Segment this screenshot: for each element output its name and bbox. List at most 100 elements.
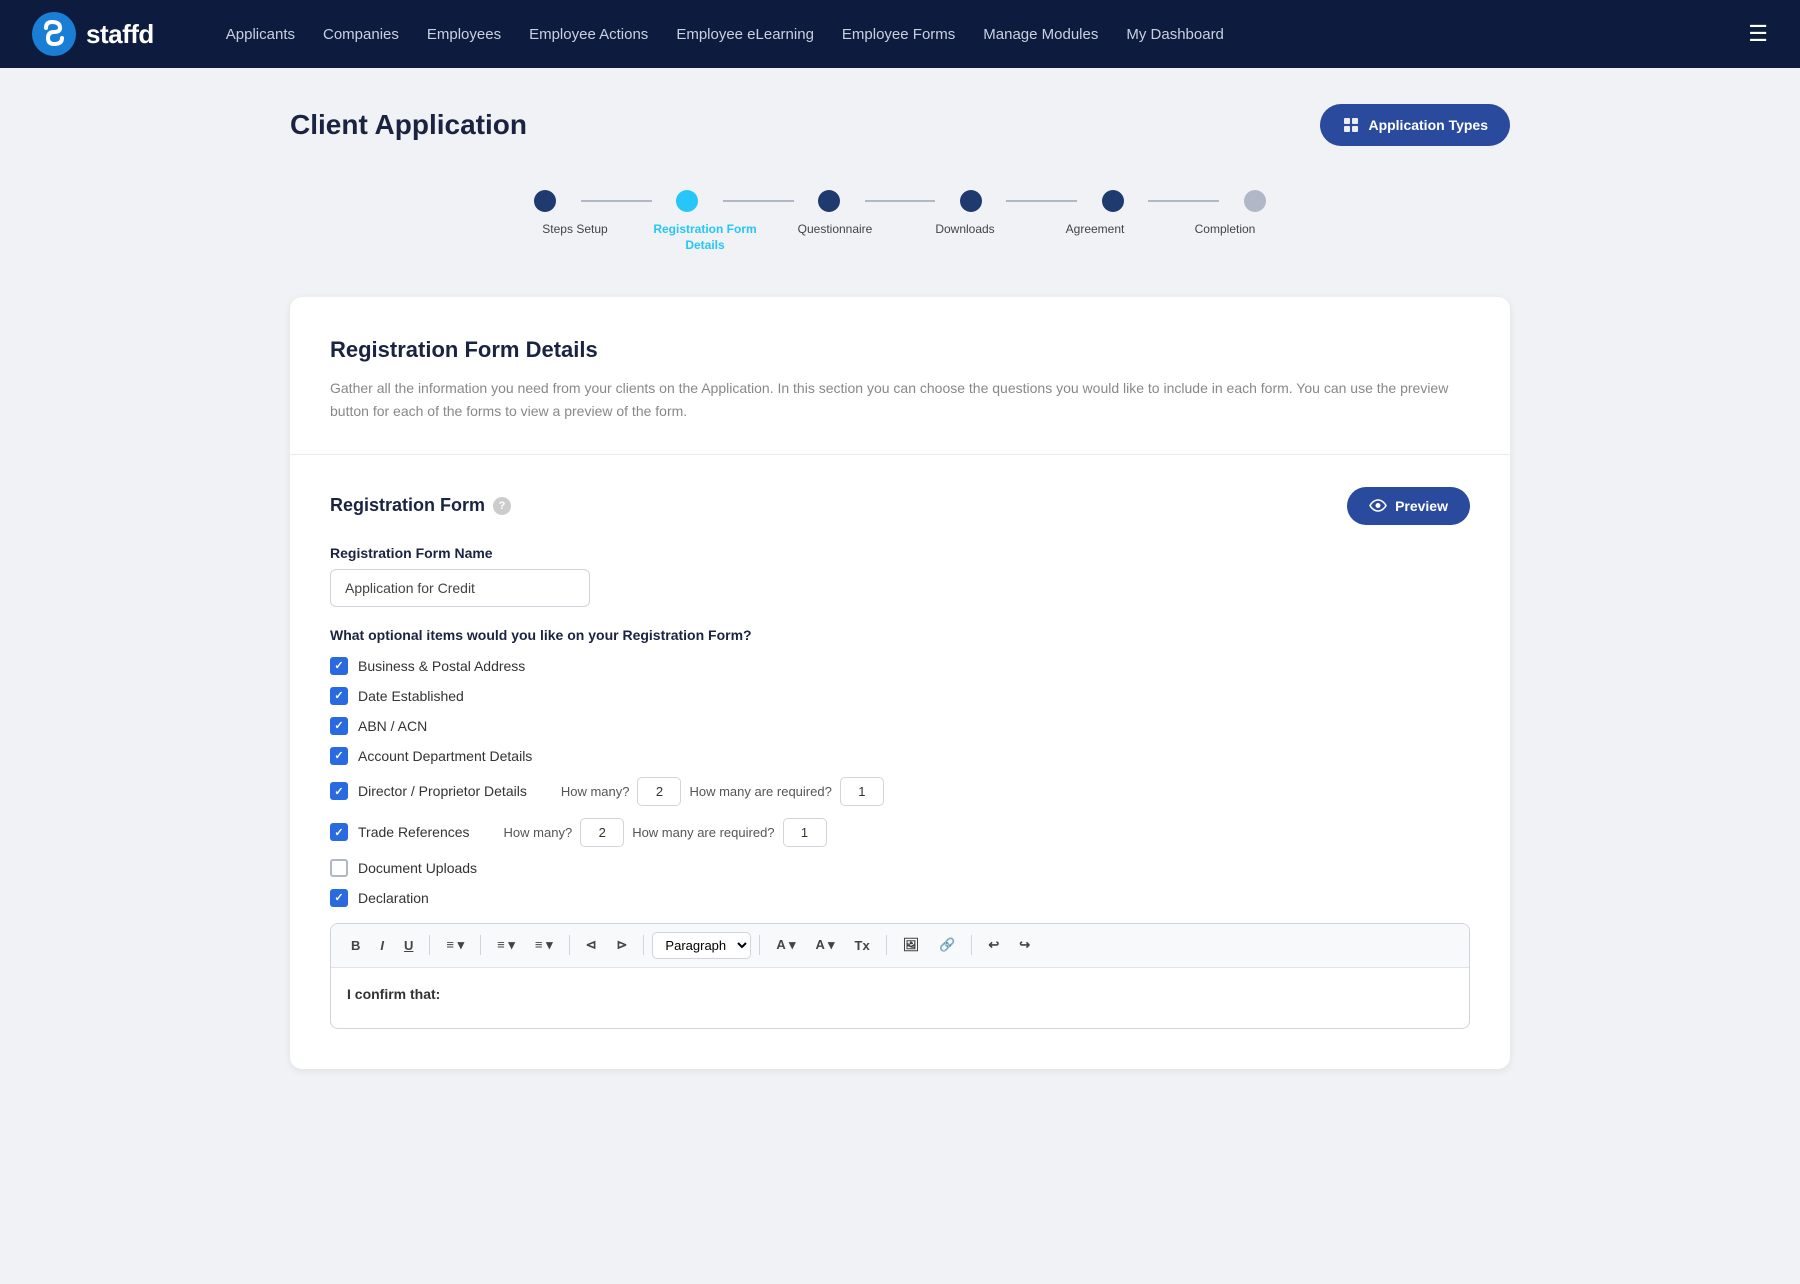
step-circle-1 [534,190,556,212]
nav-employee-forms[interactable]: Employee Forms [842,26,955,43]
trade-refs-how-many-input[interactable] [580,818,624,847]
checkbox-director-input[interactable]: ✓ [330,782,348,800]
director-required-label: How many are required? [689,784,831,799]
toolbar-indent[interactable]: ⊳ [609,932,636,958]
editor-container: B I U ≡ ▾ ≡ ▾ ≡ ▾ ⊲ ⊳ Paragraph Heading … [330,923,1470,1029]
section-header: Registration Form ? Preview [330,487,1470,525]
toolbar-outdent[interactable]: ⊲ [578,932,605,958]
editor-toolbar: B I U ≡ ▾ ≡ ▾ ≡ ▾ ⊲ ⊳ Paragraph Heading … [331,924,1469,968]
brand-name: staffd [86,19,154,50]
preview-button[interactable]: Preview [1347,487,1470,525]
card-description: Gather all the information you need from… [330,377,1470,422]
toolbar-sep-5 [759,935,760,955]
step-5[interactable] [1077,190,1148,212]
trade-refs-how-many-label: How many? [504,825,573,840]
checkbox-date-established-input[interactable]: ✓ [330,687,348,705]
step-3[interactable] [794,190,865,212]
checkbox-declaration: ✓ Declaration [330,889,1470,907]
trade-refs-required-label: How many are required? [632,825,774,840]
checkbox-trade-refs-input[interactable]: ✓ [330,823,348,841]
checkbox-date-established-label: Date Established [358,688,464,704]
toolbar-bold[interactable]: B [343,933,368,958]
nav-links: Applicants Companies Employees Employee … [226,26,1716,43]
toolbar-sep-1 [429,935,430,955]
step-line-3 [865,200,936,202]
page-header: Client Application Application Types [290,104,1510,146]
hamburger-icon[interactable]: ☰ [1748,21,1768,47]
nav-employee-elearning[interactable]: Employee eLearning [676,26,814,43]
toolbar-sep-6 [886,935,887,955]
brand[interactable]: staffd [32,12,154,56]
nav-employee-actions[interactable]: Employee Actions [529,26,648,43]
nav-manage-modules[interactable]: Manage Modules [983,26,1098,43]
optional-label: What optional items would you like on yo… [330,627,1470,643]
step-line-1 [581,200,652,202]
toolbar-sep-4 [643,935,644,955]
director-how-many-input[interactable] [637,777,681,806]
page-title: Client Application [290,109,527,141]
registration-form-name-input[interactable] [330,569,590,607]
toolbar-italic[interactable]: I [372,933,392,958]
stepper-track [510,190,1290,212]
toolbar-text-color[interactable]: A ▾ [768,932,803,958]
step-label-5: Agreement [1030,222,1160,253]
checkbox-abn-acn: ✓ ABN / ACN [330,717,1470,735]
trade-refs-quantity-group: How many? How many are required? [504,818,827,847]
director-required-input[interactable] [840,777,884,806]
toolbar-highlight-color[interactable]: A ▾ [807,932,842,958]
checkbox-business-postal: ✓ Business & Postal Address [330,657,1470,675]
checkbox-document-uploads-input[interactable] [330,859,348,877]
step-label-1: Steps Setup [510,222,640,253]
nav-companies[interactable]: Companies [323,26,399,43]
application-types-button[interactable]: Application Types [1320,104,1510,146]
toolbar-image[interactable]: 🖼 [895,932,928,958]
step-line-2 [723,200,794,202]
help-icon[interactable]: ? [493,497,511,515]
main-card: Registration Form Details Gather all the… [290,297,1510,1069]
checkbox-date-established: ✓ Date Established [330,687,1470,705]
toolbar-undo[interactable]: ↩ [980,932,1007,958]
checkbox-business-postal-input[interactable]: ✓ [330,657,348,675]
nav-applicants[interactable]: Applicants [226,26,295,43]
toolbar-clear-format[interactable]: Tx [847,933,878,958]
step-circle-4 [960,190,982,212]
nav-employees[interactable]: Employees [427,26,501,43]
step-label-3: Questionnaire [770,222,900,253]
editor-body[interactable]: I confirm that: [331,968,1469,1028]
toolbar-align[interactable]: ≡ ▾ [438,932,472,958]
toolbar-ordered-list[interactable]: ≡ ▾ [489,932,523,958]
checkbox-account-dept-input[interactable]: ✓ [330,747,348,765]
checkbox-business-postal-label: Business & Postal Address [358,658,525,674]
trade-refs-required-input[interactable] [783,818,827,847]
checkbox-declaration-input[interactable]: ✓ [330,889,348,907]
step-1[interactable] [510,190,581,212]
toolbar-unordered-list[interactable]: ≡ ▾ [527,932,561,958]
nav-my-dashboard[interactable]: My Dashboard [1126,26,1224,43]
step-2[interactable] [652,190,723,212]
step-label-6: Completion [1160,222,1290,253]
checkbox-abn-acn-input[interactable]: ✓ [330,717,348,735]
director-quantity-group: How many? How many are required? [561,777,884,806]
toolbar-paragraph-select[interactable]: Paragraph Heading 1 Heading 2 [652,932,751,959]
checkbox-trade-refs: ✓ Trade References How many? How many ar… [330,818,1470,847]
step-circle-2 [676,190,698,212]
step-circle-3 [818,190,840,212]
navbar: staffd Applicants Companies Employees Em… [0,0,1800,68]
checkbox-document-uploads: Document Uploads [330,859,1470,877]
checkbox-trade-refs-label: Trade References [358,824,470,840]
application-types-icon [1342,116,1360,134]
toolbar-underline[interactable]: U [396,933,421,958]
checkbox-director: ✓ Director / Proprietor Details How many… [330,777,1470,806]
checkbox-account-dept-label: Account Department Details [358,748,532,764]
toolbar-sep-7 [971,935,972,955]
form-name-label: Registration Form Name [330,545,1470,561]
stepper: Steps Setup Registration FormDetails Que… [290,178,1510,261]
toolbar-sep-2 [480,935,481,955]
toolbar-redo[interactable]: ↪ [1011,932,1038,958]
toolbar-link[interactable]: 🔗 [931,932,963,958]
step-6[interactable] [1219,190,1290,212]
checkbox-abn-acn-label: ABN / ACN [358,718,427,734]
section-title: Registration Form ? [330,495,511,516]
step-4[interactable] [935,190,1006,212]
eye-icon [1369,499,1387,512]
